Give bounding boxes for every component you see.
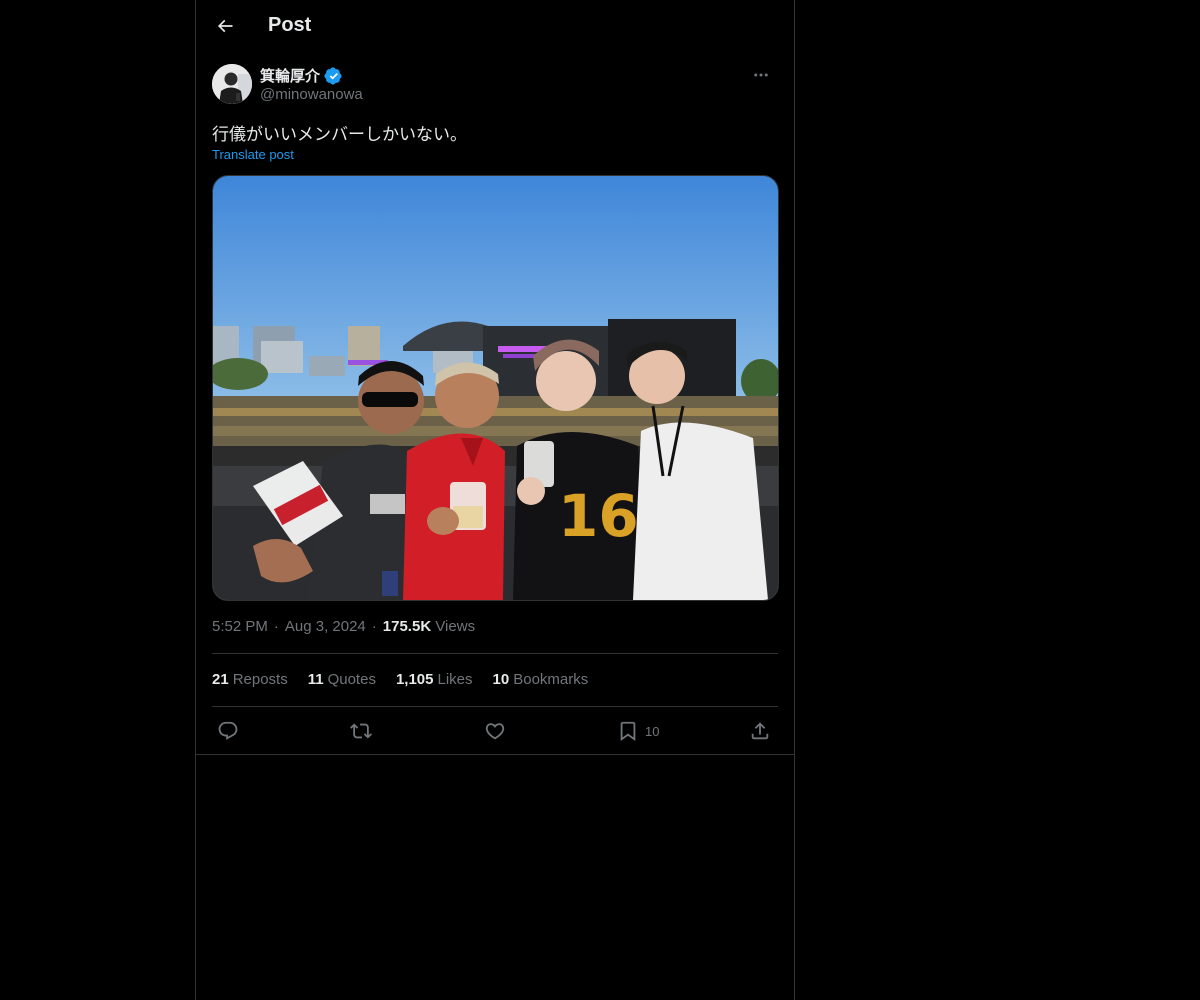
back-button[interactable] — [208, 9, 242, 43]
more-icon — [754, 73, 768, 77]
bookmarks-label: Bookmarks — [513, 671, 589, 688]
post-date[interactable]: Aug 3, 2024 — [285, 618, 366, 635]
post-column: Post 箕輪厚介 @minowanowa 行儀がいいメンバーしかいない。 Tr… — [195, 0, 795, 1000]
quotes-count: 11 — [307, 671, 324, 688]
repost-button[interactable] — [350, 716, 372, 746]
meta-separator: · — [371, 618, 377, 635]
likes-label: Likes — [437, 671, 473, 688]
reposts-label: Reposts — [232, 671, 288, 688]
reply-button[interactable] — [217, 716, 239, 746]
post-meta: 5:52 PM · Aug 3, 2024 · 175.5K Views — [212, 618, 475, 635]
translate-post-link[interactable]: Translate post — [212, 147, 294, 162]
share-icon — [751, 722, 769, 740]
engagement-stats: 21 Reposts 11 Quotes 1,105 Likes 10 Bookmark… — [212, 671, 588, 688]
author-handle[interactable]: @minowanowa — [260, 86, 363, 103]
bookmark-button[interactable]: 10 — [617, 716, 659, 746]
divider — [212, 653, 778, 654]
quotes-label: Quotes — [327, 671, 376, 688]
meta-separator: · — [273, 618, 279, 635]
like-icon — [485, 723, 505, 740]
post-photo[interactable]: 16 — [212, 175, 779, 601]
views-count: 175.5K — [382, 618, 432, 635]
post-time[interactable]: 5:52 PM — [212, 618, 268, 635]
post-actions: 10 — [212, 716, 778, 746]
share-button[interactable] — [749, 716, 771, 746]
bookmark-count: 10 — [645, 723, 660, 739]
views-stat: 175.5K Views — [383, 618, 475, 635]
likes-stat[interactable]: 1,105 Likes — [396, 671, 473, 688]
page-title: Post — [268, 14, 312, 36]
more-button[interactable] — [744, 64, 778, 86]
bookmarks-stat[interactable]: 10 Bookmarks — [493, 671, 589, 688]
bookmarks-count: 10 — [492, 671, 510, 688]
post-text: 行儀がいいメンバーしかいない。 — [212, 125, 467, 145]
post-bottom-border — [196, 754, 794, 755]
divider — [212, 706, 778, 707]
quotes-stat[interactable]: 11 Quotes — [308, 671, 376, 688]
author-display-name: 箕輪厚介 — [260, 67, 321, 85]
post-author: 箕輪厚介 @minowanowa — [212, 64, 778, 108]
author-name-row[interactable]: 箕輪厚介 — [260, 65, 342, 86]
reposts-count: 21 — [212, 671, 229, 688]
like-button[interactable] — [484, 716, 506, 746]
repost-icon — [350, 723, 372, 739]
bookmark-icon — [620, 721, 636, 742]
post-header: Post — [196, 0, 794, 53]
avatar[interactable] — [212, 64, 252, 104]
verified-badge-icon — [324, 66, 342, 85]
reply-icon — [218, 721, 238, 740]
reposts-stat[interactable]: 21 Reposts — [212, 671, 288, 688]
svg-text:16: 16 — [558, 482, 639, 550]
likes-count: 1,105 — [395, 671, 434, 688]
views-label: Views — [435, 618, 476, 635]
back-arrow-icon — [217, 19, 233, 33]
